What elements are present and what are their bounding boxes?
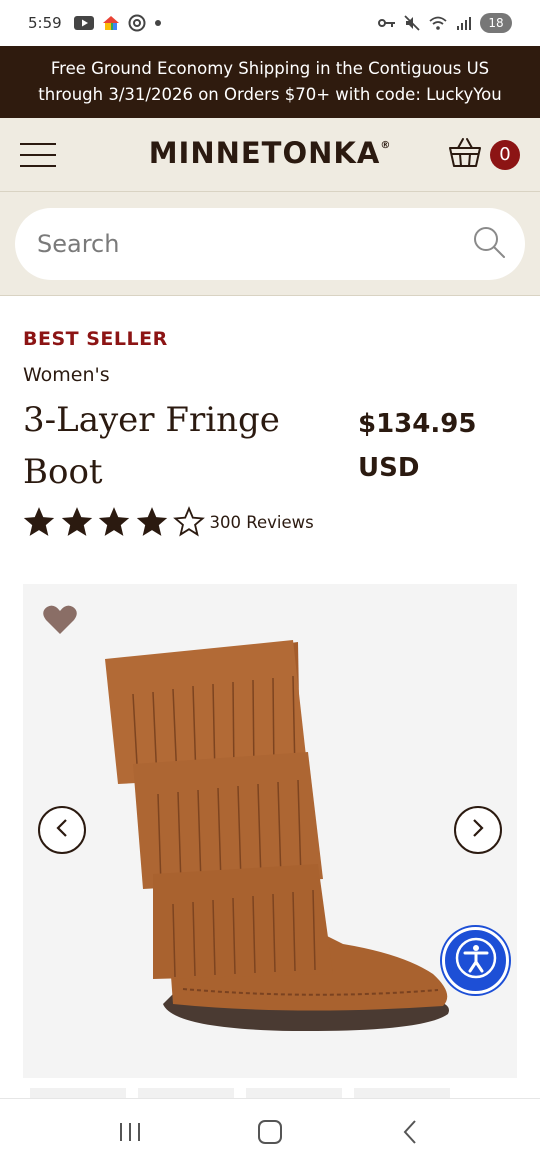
reviews-link[interactable]: 300 Reviews bbox=[210, 513, 314, 532]
system-nav-bar bbox=[0, 1098, 540, 1170]
promo-banner[interactable]: Free Ground Economy Shipping in the Cont… bbox=[0, 46, 540, 118]
back-button[interactable] bbox=[390, 1115, 430, 1155]
chevron-left-icon bbox=[55, 818, 69, 843]
basket-icon bbox=[448, 136, 482, 173]
recents-icon bbox=[118, 1121, 142, 1148]
product-price: $134.95 USD bbox=[358, 409, 477, 483]
menu-icon-bar bbox=[20, 164, 56, 167]
chevron-right-icon bbox=[471, 818, 485, 843]
brand-logo-text: MINNETONKA bbox=[148, 136, 381, 170]
menu-icon-bar bbox=[20, 153, 56, 156]
home-button[interactable] bbox=[250, 1115, 290, 1155]
thumbnail[interactable] bbox=[30, 1088, 126, 1098]
product-image bbox=[105, 640, 449, 1032]
heart-icon[interactable] bbox=[42, 604, 78, 636]
site-header: MINNETONKA® 0 bbox=[0, 118, 540, 192]
product-image-gallery bbox=[23, 584, 517, 1078]
accessibility-icon bbox=[454, 936, 498, 985]
menu-button[interactable] bbox=[20, 140, 56, 170]
back-icon bbox=[402, 1119, 418, 1150]
product-title: 3-Layer Fringe Boot bbox=[23, 400, 280, 492]
wifi-icon bbox=[428, 15, 448, 31]
status-bar: 5:59 18 bbox=[0, 0, 540, 46]
dot-icon bbox=[154, 19, 162, 27]
cart-button[interactable]: 0 bbox=[448, 136, 520, 173]
vpn-key-icon bbox=[378, 17, 396, 29]
star-filled-icon bbox=[61, 507, 92, 536]
registered-mark: ® bbox=[380, 140, 392, 151]
battery-indicator: 18 bbox=[480, 13, 512, 33]
next-image-button[interactable] bbox=[454, 806, 502, 854]
search-input[interactable] bbox=[37, 230, 437, 258]
best-seller-badge: BEST SELLER bbox=[23, 328, 168, 350]
home-icon bbox=[257, 1119, 283, 1150]
product-category: Women's bbox=[23, 364, 110, 386]
youtube-icon bbox=[73, 16, 94, 30]
cart-count-badge: 0 bbox=[490, 139, 520, 170]
star-empty-icon bbox=[173, 506, 205, 537]
star-rating[interactable]: 300 Reviews bbox=[22, 505, 314, 539]
status-left: 5:59 bbox=[28, 14, 162, 32]
star-filled-icon bbox=[98, 507, 130, 536]
status-time: 5:59 bbox=[28, 14, 62, 32]
promo-line-1: Free Ground Economy Shipping in the Cont… bbox=[50, 59, 490, 78]
search-icon[interactable] bbox=[471, 224, 507, 265]
previous-image-button[interactable] bbox=[38, 806, 86, 854]
thumbnail[interactable] bbox=[354, 1088, 450, 1098]
menu-icon-bar bbox=[20, 142, 56, 145]
threads-icon bbox=[128, 14, 146, 32]
accessibility-button[interactable] bbox=[442, 927, 509, 994]
thumbnail[interactable] bbox=[246, 1088, 342, 1098]
star-filled-icon bbox=[136, 507, 167, 536]
recents-button[interactable] bbox=[110, 1115, 150, 1155]
star-filled-icon bbox=[23, 507, 55, 536]
search-box[interactable] bbox=[15, 208, 525, 280]
search-bar-area bbox=[0, 192, 540, 296]
status-right: 18 bbox=[378, 13, 512, 33]
thumbnail[interactable] bbox=[138, 1088, 234, 1098]
google-home-icon bbox=[102, 15, 120, 31]
mute-icon bbox=[404, 15, 420, 31]
thumbnail-strip bbox=[0, 1088, 540, 1098]
brand-logo[interactable]: MINNETONKA® bbox=[149, 136, 392, 170]
signal-icon bbox=[456, 16, 472, 30]
promo-line-2: through 3/31/2026 on Orders $70+ with co… bbox=[38, 85, 502, 104]
